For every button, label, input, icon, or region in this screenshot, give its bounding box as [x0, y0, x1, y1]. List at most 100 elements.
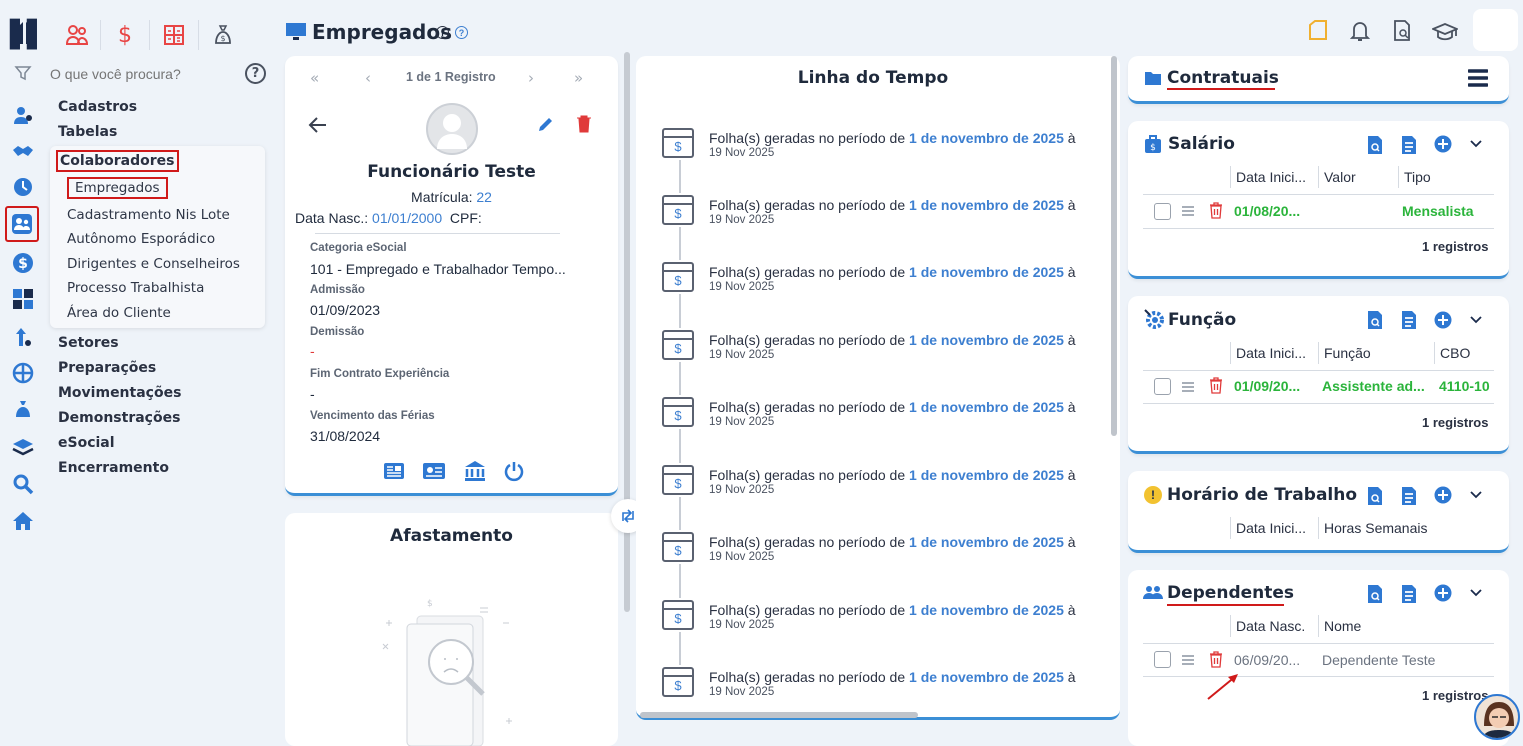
funcao-col-cbo[interactable]: CBO	[1440, 345, 1470, 361]
filter-icon[interactable]	[14, 64, 32, 87]
submenu-empregados[interactable]: Empregados	[67, 177, 168, 199]
timeline-item[interactable]: $ Folha(s) geradas no período de 1 de nov…	[662, 330, 1122, 370]
newspaper-icon[interactable]	[383, 461, 405, 486]
add-icon[interactable]	[1434, 486, 1452, 509]
menu-colaboradores[interactable]: Colaboradores	[56, 150, 179, 172]
drag-handle-icon[interactable]	[1181, 380, 1195, 398]
add-icon[interactable]	[1434, 311, 1452, 334]
dependentes-col-nome[interactable]: Nome	[1324, 618, 1361, 634]
horario-col-data[interactable]: Data Inici...	[1236, 520, 1306, 536]
submenu-cadastramento-nis-lote[interactable]: Cadastramento Nis Lote	[67, 207, 230, 223]
row-trash-icon[interactable]	[1209, 651, 1223, 673]
search-input[interactable]	[50, 63, 240, 85]
view-icon[interactable]	[1366, 135, 1384, 160]
power-icon[interactable]	[503, 460, 525, 487]
menu-demonstracoes[interactable]: Demonstrações	[58, 410, 180, 426]
user-admin-icon[interactable]	[8, 100, 38, 130]
bank-icon[interactable]	[464, 460, 486, 487]
row-trash-icon[interactable]	[1209, 377, 1223, 399]
help-small-icon[interactable]: ?	[455, 26, 468, 39]
list-icon[interactable]	[1400, 135, 1418, 160]
info-icon[interactable]: i	[436, 26, 449, 39]
back-arrow-icon[interactable]	[308, 116, 328, 139]
salario-col-valor[interactable]: Valor	[1324, 169, 1356, 185]
submenu-processo-trabalhista[interactable]: Processo Trabalhista	[67, 280, 204, 296]
help-icon[interactable]: ?	[245, 63, 266, 84]
menu-preparacoes[interactable]: Preparações	[58, 360, 156, 376]
drag-handle-icon[interactable]	[1181, 204, 1195, 222]
dollar-module-icon[interactable]: $	[110, 20, 140, 50]
trash-icon[interactable]	[576, 115, 592, 138]
home-icon[interactable]	[8, 506, 38, 536]
row-checkbox[interactable]	[1154, 378, 1171, 395]
dependentes-col-nasc[interactable]: Data Nasc.	[1236, 618, 1305, 634]
timeline-hscrollbar[interactable]	[640, 712, 918, 718]
view-icon[interactable]	[1366, 584, 1384, 609]
employees-icon[interactable]	[5, 206, 39, 242]
add-icon[interactable]	[1434, 584, 1452, 607]
funcao-col-data[interactable]: Data Inici...	[1236, 345, 1306, 361]
list-icon[interactable]	[1400, 486, 1418, 511]
horario-col-horas[interactable]: Horas Semanais	[1324, 520, 1428, 536]
last-record-icon[interactable]: »	[574, 69, 583, 87]
submenu-dirigentes-conselheiros[interactable]: Dirigentes e Conselheiros	[67, 256, 240, 272]
network-icon[interactable]	[8, 358, 38, 388]
row-checkbox[interactable]	[1154, 651, 1171, 668]
avatar-button[interactable]	[1473, 9, 1518, 51]
submenu-autonomo-esporadico[interactable]: Autônomo Esporádico	[67, 231, 215, 247]
menu-icon[interactable]	[1467, 68, 1489, 93]
salario-col-data[interactable]: Data Inici...	[1236, 169, 1306, 185]
layers-icon[interactable]	[8, 432, 38, 462]
menu-encerramento[interactable]: Encerramento	[58, 460, 169, 476]
chevron-down-icon[interactable]	[1469, 488, 1483, 507]
row-checkbox[interactable]	[1154, 203, 1171, 220]
money-bag-module-icon[interactable]: $	[208, 20, 238, 50]
view-icon[interactable]	[1366, 486, 1384, 511]
timeline-item[interactable]: $ Folha(s) geradas no período de 1 de nov…	[662, 397, 1122, 437]
menu-cadastros[interactable]: Cadastros	[58, 99, 137, 115]
submenu-area-cliente[interactable]: Área do Cliente	[67, 305, 171, 321]
document-search-icon[interactable]	[1392, 20, 1412, 47]
graduation-cap-icon[interactable]	[1430, 22, 1460, 47]
funcao-col-funcao[interactable]: Função	[1324, 345, 1371, 361]
next-record-icon[interactable]: ›	[528, 69, 534, 87]
timeline-item[interactable]: $ Folha(s) geradas no período de 1 de nov…	[662, 600, 1122, 640]
money-bag-icon[interactable]	[8, 395, 38, 425]
clock-icon[interactable]	[8, 172, 38, 202]
calculator-icon[interactable]	[8, 284, 38, 314]
add-icon[interactable]	[1434, 135, 1452, 158]
timeline-scrollbar[interactable]	[1111, 56, 1117, 436]
bell-icon[interactable]	[1349, 20, 1371, 47]
menu-tabelas[interactable]: Tabelas	[58, 124, 117, 140]
salario-col-tipo[interactable]: Tipo	[1404, 169, 1431, 185]
search-icon[interactable]	[8, 469, 38, 499]
handshake-icon[interactable]	[8, 137, 38, 167]
dollar-icon[interactable]: $	[8, 248, 38, 278]
timeline-item[interactable]: $ Folha(s) geradas no período de 1 de nov…	[662, 465, 1122, 505]
edit-icon[interactable]	[537, 115, 555, 138]
first-record-icon[interactable]: «	[310, 69, 319, 87]
chevron-down-icon[interactable]	[1469, 137, 1483, 156]
list-icon[interactable]	[1400, 584, 1418, 609]
people-icon[interactable]	[62, 20, 92, 50]
assistant-avatar[interactable]	[1474, 694, 1520, 740]
chevron-down-icon[interactable]	[1469, 313, 1483, 332]
menu-movimentacoes[interactable]: Movimentações	[58, 385, 181, 401]
timeline-item[interactable]: $ Folha(s) geradas no período de 1 de nov…	[662, 128, 1122, 168]
calculator-module-icon[interactable]	[159, 20, 189, 50]
row-trash-icon[interactable]	[1209, 202, 1223, 224]
timeline-item[interactable]: $ Folha(s) geradas no período de 1 de nov…	[662, 262, 1122, 302]
prev-record-icon[interactable]: ‹	[365, 69, 371, 87]
view-icon[interactable]	[1366, 310, 1384, 335]
timeline-item[interactable]: $ Folha(s) geradas no período de 1 de nov…	[662, 667, 1122, 707]
chevron-down-icon[interactable]	[1469, 586, 1483, 605]
menu-esocial[interactable]: eSocial	[58, 435, 115, 451]
menu-setores[interactable]: Setores	[58, 335, 119, 351]
note-icon[interactable]	[1307, 20, 1329, 47]
timeline-item[interactable]: $ Folha(s) geradas no período de 1 de nov…	[662, 195, 1122, 235]
timeline-item[interactable]: $ Folha(s) geradas no período de 1 de nov…	[662, 532, 1122, 572]
id-card-icon[interactable]	[422, 461, 446, 486]
drag-handle-icon[interactable]	[1181, 653, 1195, 671]
list-icon[interactable]	[1400, 310, 1418, 335]
arrows-icon[interactable]	[8, 322, 38, 352]
